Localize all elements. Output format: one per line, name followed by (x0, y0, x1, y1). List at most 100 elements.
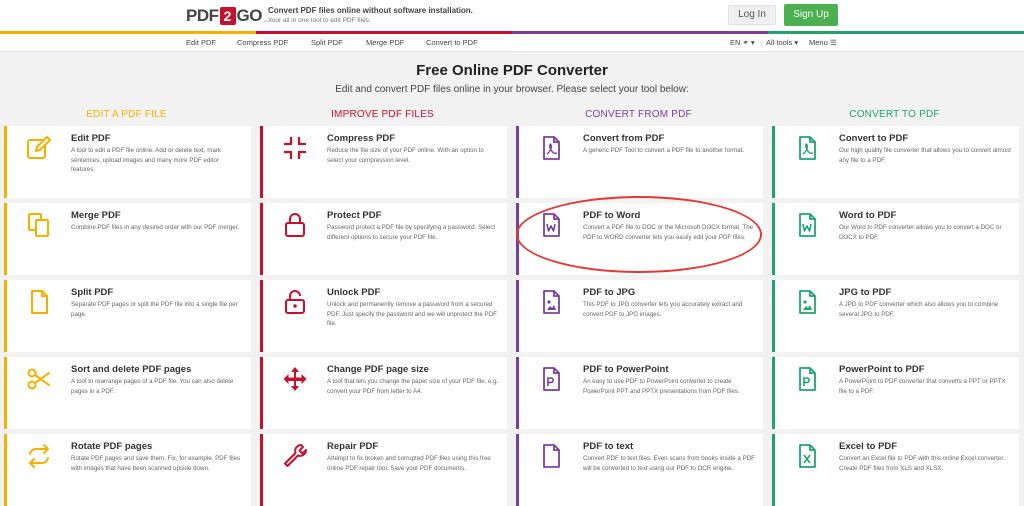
tool-card-description: Our Word to PDF converter allows you to … (839, 224, 1002, 241)
tagline-sub: Your all in one tool to edit PDF files. (268, 17, 371, 24)
tool-card[interactable]: Rotate PDF pages Rotate PDF pages and sav… (4, 434, 251, 506)
tool-card-title: PDF to PowerPoint (583, 364, 669, 375)
tool-card-title: Protect PDF (327, 210, 382, 221)
page-title: Free Online PDF Converter (416, 62, 608, 79)
tool-card-title: Compress PDF (327, 133, 396, 144)
tool-card-title: PDF to text (583, 441, 634, 452)
tool-card-description: A tool to edit a PDF file online. Add or… (71, 147, 221, 174)
tool-card[interactable]: Convert from PDF A generic PDF Tool to co… (516, 126, 763, 198)
pdf-file-icon (537, 134, 565, 162)
word-file-icon (793, 211, 821, 239)
tool-card-title: PDF to Word (583, 210, 641, 221)
column-heading: EDIT A PDF FILE (86, 109, 167, 120)
login-button[interactable]: Log In (728, 5, 776, 25)
tool-card-description: Rotate PDF pages and save them. Fix, for… (71, 455, 241, 472)
pdf2go-logo[interactable]: PDF 2 GO .com (186, 6, 272, 26)
split-icon (25, 288, 53, 316)
scissors-icon (25, 365, 53, 393)
tool-card-title: JPG to PDF (839, 287, 892, 298)
tool-card[interactable]: Edit PDF A tool to edit a PDF file online… (4, 126, 251, 198)
language-selector[interactable]: EN ⚭ ▾ (730, 38, 755, 47)
tool-card[interactable]: Merge PDF Combine PDF files in any desire… (4, 203, 251, 275)
tagline: Convert PDF files online without softwar… (268, 6, 473, 24)
tool-card[interactable]: PDF to PowerPoint An easy to use PDF to P… (516, 357, 763, 429)
tool-card[interactable]: Word to PDF Our Word to PDF converter all… (772, 203, 1019, 275)
tool-card-description: Convert PDF to text files. Even scans fr… (583, 455, 755, 472)
edit-icon (25, 134, 53, 162)
tool-card-title: Convert to PDF (839, 133, 909, 144)
tool-card-title: Split PDF (71, 287, 114, 298)
tool-card[interactable]: Unlock PDF Unlock and permanently remove … (260, 280, 507, 352)
tool-card-description: Convert a PDF file to DOC or the Microso… (583, 224, 754, 241)
tool-card-title: Change PDF page size (327, 364, 429, 375)
resize-arrows-icon (281, 365, 309, 393)
chevron-down-icon: ▾ (750, 38, 755, 47)
tool-card-description: Reduce the file size of your PDF online.… (327, 147, 484, 164)
column-heading: CONVERT TO PDF (849, 109, 940, 120)
tool-card[interactable]: Sort and delete PDF pages A tool to rearr… (4, 357, 251, 429)
tool-card[interactable]: PDF to text Convert PDF to text files. Ev… (516, 434, 763, 506)
column-heading: IMPROVE PDF FILES (331, 109, 434, 120)
logo-go-text: GO (236, 6, 263, 25)
tool-card-title: PDF to JPG (583, 287, 636, 298)
tool-card-description: Our high quality file converter that all… (839, 147, 1011, 164)
signup-button[interactable]: Sign Up (784, 4, 838, 26)
page-subtitle: Edit and convert PDF files online in you… (335, 84, 689, 95)
excel-file-icon (793, 442, 821, 470)
tool-card[interactable]: Protect PDF Password protect a PDF file b… (260, 203, 507, 275)
pdf-file-icon (793, 134, 821, 162)
menu-button[interactable]: Menu ☰ (809, 38, 837, 47)
tool-card-title: Excel to PDF (839, 441, 898, 452)
tool-card-title: Sort and delete PDF pages (71, 364, 192, 375)
word-file-icon (537, 211, 565, 239)
nav-bar: Edit PDF Compress PDF Split PDF Merge PD… (0, 34, 1024, 52)
chevron-down-icon: ▾ (794, 38, 799, 47)
tool-card-title: Merge PDF (71, 210, 121, 221)
tool-card[interactable]: PowerPoint to PDF A PowerPoint to PDF con… (772, 357, 1019, 429)
tool-card-description: Password protect a PDF file by specifyin… (327, 224, 496, 241)
tool-card-description: A tool that lets you change the paper si… (327, 378, 499, 395)
tool-card[interactable]: JPG to PDF A JPG to PDF converter which a… (772, 280, 1019, 352)
tool-card[interactable]: Excel to PDF Convert an Excel file to PDF… (772, 434, 1019, 506)
tool-card-description: A PowerPoint to PDF converter that conve… (839, 378, 1006, 395)
tool-card[interactable]: PDF to JPG This PDF to JPG converter lets… (516, 280, 763, 352)
logo-pdf-text: PDF (186, 6, 219, 25)
tool-card[interactable]: Change PDF page size A tool that lets you… (260, 357, 507, 429)
hamburger-icon: ☰ (829, 38, 837, 47)
nav-convert-to-pdf[interactable]: Convert to PDF (426, 38, 478, 47)
tool-card-title: Repair PDF (327, 441, 379, 452)
nav-merge-pdf[interactable]: Merge PDF (366, 38, 404, 47)
tool-card-description: Unlock and permanently remove a password… (327, 301, 497, 328)
powerpoint-file-icon (537, 365, 565, 393)
top-header: PDF 2 GO .com Convert PDF files online w… (0, 0, 1024, 31)
tool-card-title: Unlock PDF (327, 287, 381, 298)
wrench-icon (281, 442, 309, 470)
nav-compress-pdf[interactable]: Compress PDF (237, 38, 288, 47)
tool-card-description: Separate PDF pages or split the PDF file… (71, 301, 238, 318)
tool-card-description: Attempt to fix broken and corrupted PDF … (327, 455, 491, 472)
tagline-main: Convert PDF files online without softwar… (268, 6, 473, 15)
tool-card-title: Edit PDF (71, 133, 111, 144)
all-tools-menu[interactable]: All tools ▾ (766, 38, 798, 47)
nav-edit-pdf[interactable]: Edit PDF (186, 38, 216, 47)
tool-card[interactable]: Repair PDF Attempt to fix broken and corr… (260, 434, 507, 506)
image-file-icon (793, 288, 821, 316)
tool-card[interactable]: Convert to PDF Our high quality file conv… (772, 126, 1019, 198)
globe-icon: ⚭ (742, 38, 749, 47)
tool-card-title: Rotate PDF pages (71, 441, 153, 452)
nav-split-pdf[interactable]: Split PDF (311, 38, 343, 47)
tool-card[interactable]: Compress PDF Reduce the file size of your… (260, 126, 507, 198)
tool-card[interactable]: Split PDF Separate PDF pages or split the… (4, 280, 251, 352)
powerpoint-file-icon (793, 365, 821, 393)
text-file-icon (537, 442, 565, 470)
tool-card-description: A generic PDF Tool to convert a PDF file… (583, 147, 745, 154)
tool-card-description: Combine PDF files in any desired order w… (71, 224, 240, 231)
language-label: EN (730, 38, 741, 47)
image-file-icon (537, 288, 565, 316)
lock-icon (281, 211, 309, 239)
tool-card-description: This PDF to JPG converter lets you accur… (583, 301, 743, 318)
tool-card-title: PowerPoint to PDF (839, 364, 925, 375)
unlock-icon (281, 288, 309, 316)
tool-card[interactable]: PDF to Word Convert a PDF file to DOC or … (516, 203, 763, 275)
logo-two-badge: 2 (219, 7, 236, 25)
